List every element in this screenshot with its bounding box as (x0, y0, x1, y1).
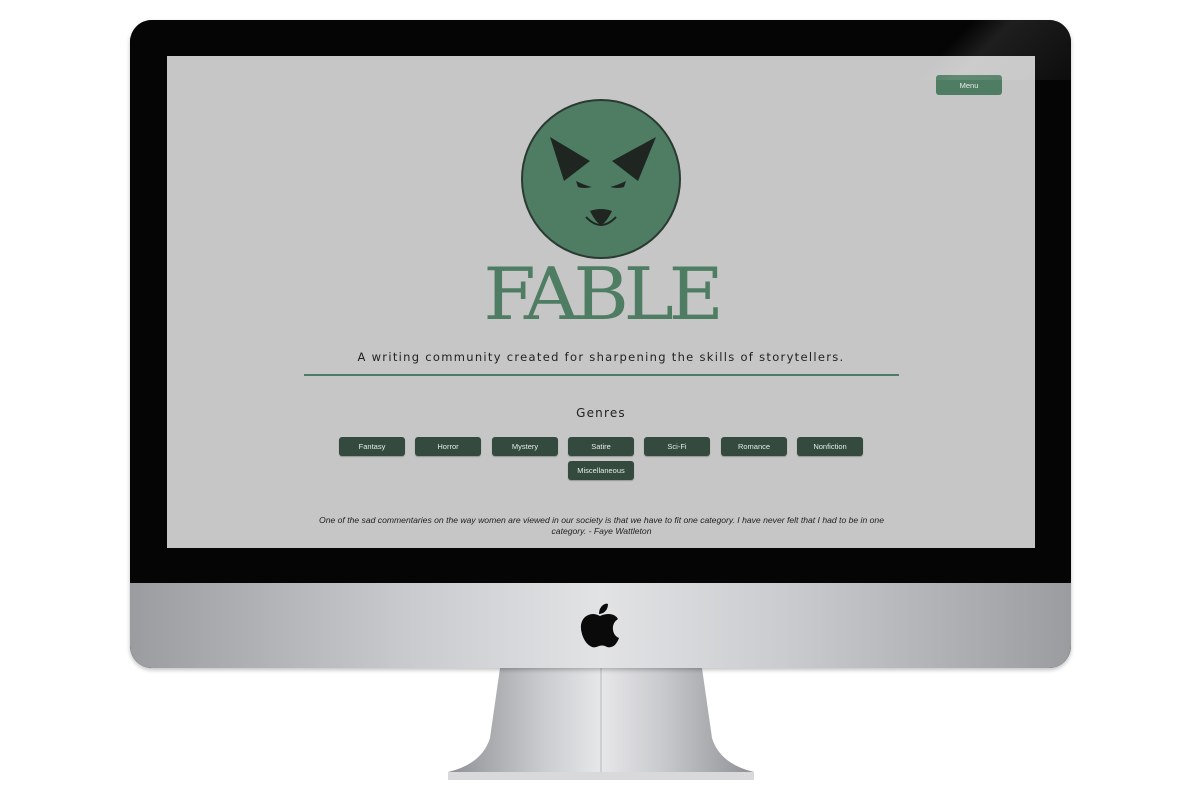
genre-button-sci-fi[interactable]: Sci-Fi (644, 437, 710, 456)
monitor-bezel: Menu FABLE A writing community created f… (130, 20, 1071, 583)
tagline: A writing community created for sharpeni… (357, 350, 845, 364)
genre-button-miscellaneous[interactable]: Miscellaneous (568, 461, 634, 480)
monitor-chin (130, 583, 1071, 668)
brand-wordmark: FABLE (483, 252, 723, 336)
stage: Menu FABLE A writing community created f… (0, 0, 1200, 800)
monitor-stand (448, 668, 754, 780)
apple-logo-icon (580, 603, 619, 648)
genre-button-satire[interactable]: Satire (568, 437, 634, 456)
genre-button-horror[interactable]: Horror (415, 437, 481, 456)
menu-button[interactable]: Menu (936, 75, 1002, 95)
divider-line (304, 374, 899, 376)
fox-head-icon (521, 99, 681, 259)
genre-button-fantasy[interactable]: Fantasy (339, 437, 405, 456)
website-screen: Menu FABLE A writing community created f… (167, 56, 1035, 548)
genre-button-romance[interactable]: Romance (721, 437, 787, 456)
genres-heading: Genres (576, 406, 626, 420)
monitor: Menu FABLE A writing community created f… (130, 20, 1071, 668)
genre-button-nonfiction[interactable]: Nonfiction (797, 437, 863, 456)
genre-button-mystery[interactable]: Mystery (492, 437, 558, 456)
quote-text: One of the sad commentaries on the way w… (319, 515, 884, 536)
